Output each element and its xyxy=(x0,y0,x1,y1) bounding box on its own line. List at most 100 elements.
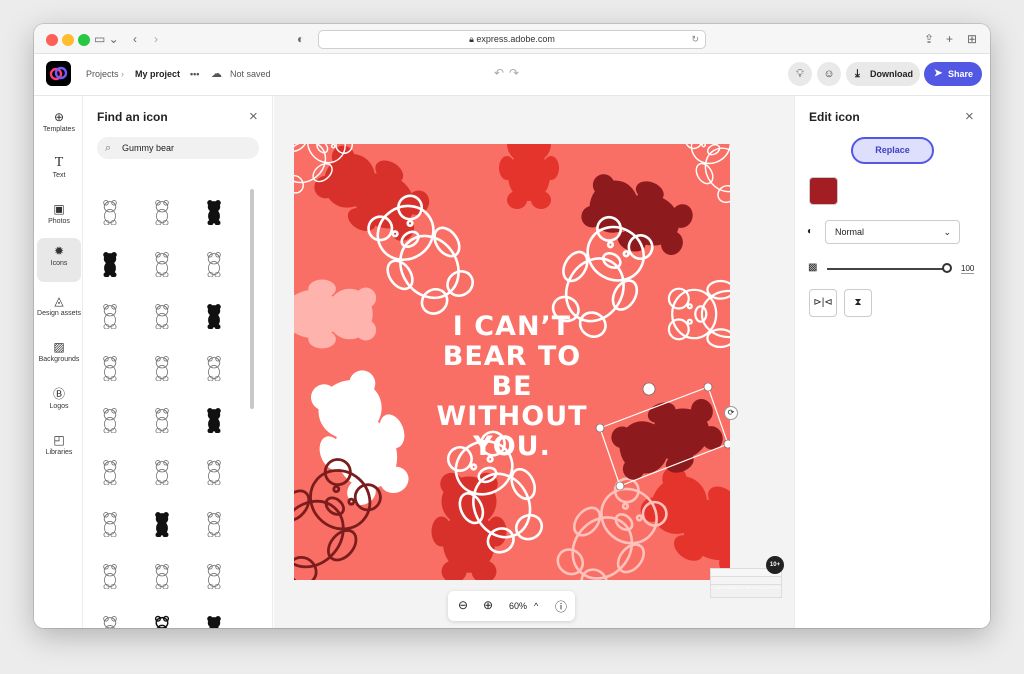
share-button[interactable]: ➤ Share xyxy=(924,62,982,86)
gummy-bear-icon[interactable] xyxy=(199,303,229,333)
flip-vertical-button[interactable]: ⧗ xyxy=(844,289,872,317)
rail-item-photos[interactable]: ▣ Photos xyxy=(37,196,81,240)
rail-label: Photos xyxy=(48,218,70,225)
gummy-bear-icon[interactable] xyxy=(147,303,177,333)
rail-item-design-assets[interactable]: ◬ Design assets xyxy=(37,288,81,332)
gummy-bear-icon[interactable] xyxy=(199,459,229,489)
gummy-bear-icon[interactable] xyxy=(199,407,229,437)
opacity-value[interactable]: 100 xyxy=(961,264,975,274)
rail-label: Icons xyxy=(50,260,68,267)
breadcrumb-projects[interactable]: Projects xyxy=(86,69,119,79)
search-value: Gummy bear xyxy=(122,143,175,153)
gummy-bear-icon[interactable] xyxy=(95,251,125,281)
rail-label: Text xyxy=(52,172,66,179)
close-window-button[interactable] xyxy=(46,34,58,46)
design-assets-icon: ◬ xyxy=(54,294,64,308)
flip-vertical-icon: ⧗ xyxy=(854,297,862,308)
find-icon-panel: Find an icon × ⌕ Gummy bear xyxy=(83,96,273,628)
headline-line: BE WITHOUT xyxy=(436,371,588,432)
cloud-icon: ☁ xyxy=(211,68,222,80)
redo-button[interactable]: ↷ xyxy=(509,66,519,80)
gummy-bear-icon[interactable] xyxy=(95,615,125,628)
flip-horizontal-button[interactable]: ⊳|⊲ xyxy=(809,289,837,317)
gummy-bear-icon[interactable] xyxy=(147,355,177,385)
rail-item-templates[interactable]: ⊕ Templates xyxy=(37,104,81,148)
share-icon[interactable]: ⇪ xyxy=(924,30,934,48)
gummy-bear-icon[interactable] xyxy=(199,251,229,281)
rail-item-text[interactable]: T Text xyxy=(37,150,81,194)
rail-item-libraries[interactable]: ◰ Libraries xyxy=(37,427,81,471)
download-label: Download xyxy=(870,69,913,79)
pages-thumbnail-stack[interactable]: I CAN’T BEAR TO BE WITHOUT YOU. 10+ xyxy=(710,556,784,606)
blend-mode-value: Normal xyxy=(835,227,865,237)
forward-icon[interactable]: › xyxy=(154,30,158,48)
gummy-bear-icon[interactable] xyxy=(95,355,125,385)
project-name[interactable]: My project xyxy=(135,69,180,79)
gummy-bear-icon[interactable] xyxy=(95,563,125,593)
sidebar-toggle-icon[interactable]: ▭ ⌄ xyxy=(94,30,119,48)
gummy-bear-icon[interactable] xyxy=(147,563,177,593)
headline-text[interactable]: I CAN’T BEAR TO BE WITHOUT YOU. xyxy=(412,312,612,462)
artboard[interactable]: I CAN’T BEAR TO BE WITHOUT YOU. xyxy=(294,144,730,580)
gummy-bear-icon[interactable] xyxy=(95,407,125,437)
close-icon[interactable]: × xyxy=(249,108,258,125)
icon-search-input[interactable]: ⌕ Gummy bear xyxy=(97,137,259,159)
zoom-dropdown-caret-icon[interactable]: ^ xyxy=(534,601,538,611)
zoom-in-icon[interactable]: ⊕ xyxy=(483,598,493,612)
gummy-bear-icon[interactable] xyxy=(95,511,125,541)
gummy-bear-icon[interactable] xyxy=(147,459,177,489)
gummy-bear-icon[interactable] xyxy=(199,615,229,628)
back-icon[interactable]: ‹ xyxy=(133,30,137,48)
opacity-slider-track[interactable] xyxy=(827,268,947,270)
close-icon[interactable]: × xyxy=(965,108,974,125)
address-bar[interactable]: 🔒︎ express.adobe.com ↻ xyxy=(318,30,706,49)
rotate-handle-icon[interactable]: ⟳ xyxy=(724,406,738,420)
plus-icon[interactable]: + xyxy=(946,30,953,48)
download-button[interactable]: ⤓ Download xyxy=(846,62,920,86)
gummy-bear-icon[interactable] xyxy=(95,303,125,333)
gummy-bear-icon[interactable] xyxy=(199,563,229,593)
info-icon[interactable]: ⓘ xyxy=(555,598,567,615)
grid-icon[interactable]: ⊞ xyxy=(967,30,977,48)
gummy-bear-icon[interactable] xyxy=(147,407,177,437)
gummy-bear-icon[interactable] xyxy=(147,511,177,541)
invite-user-icon[interactable]: ☺ xyxy=(817,62,841,86)
zoom-out-icon[interactable]: ⊖ xyxy=(458,598,468,612)
rail-label: Logos xyxy=(49,403,69,410)
panel-title: Edit icon xyxy=(809,110,860,124)
zoom-window-button[interactable] xyxy=(78,34,90,46)
gummy-bear-icon[interactable] xyxy=(95,199,125,229)
url-text: express.adobe.com xyxy=(476,34,555,44)
gummy-bear-icon[interactable] xyxy=(199,511,229,541)
replace-button[interactable]: Replace xyxy=(851,137,934,164)
zoom-level[interactable]: 60% xyxy=(509,601,527,611)
minimize-window-button[interactable] xyxy=(62,34,74,46)
gummy-bear-icon[interactable] xyxy=(147,199,177,229)
reload-icon[interactable]: ↻ xyxy=(691,31,699,48)
gummy-bear-icon[interactable] xyxy=(147,615,177,628)
blend-mode-select[interactable]: Normal ⌄ xyxy=(825,220,960,244)
download-icon: ⤓ xyxy=(855,68,860,80)
thumbnail-text: I CAN’T BEAR TO BE WITHOUT YOU. xyxy=(710,584,782,598)
gummy-bear-icon[interactable] xyxy=(199,199,229,229)
privacy-shield-icon[interactable]: ◐ xyxy=(297,30,304,48)
undo-button[interactable]: ↶ xyxy=(494,66,504,80)
photos-icon: ▣ xyxy=(53,202,65,216)
color-swatch[interactable] xyxy=(809,177,838,205)
templates-icon: ⊕ xyxy=(53,110,65,124)
rail-item-backgrounds[interactable]: ▨ Backgrounds xyxy=(37,334,81,378)
gummy-bear-icon[interactable] xyxy=(147,251,177,281)
rail-item-icons[interactable]: ✹ Icons xyxy=(37,238,81,282)
rail-label: Design assets xyxy=(37,310,81,317)
opacity-slider-thumb[interactable] xyxy=(942,263,952,273)
panel-title: Find an icon xyxy=(97,110,168,124)
headline-line: YOU. xyxy=(473,431,551,462)
more-options-button[interactable]: ••• xyxy=(190,69,199,79)
lightbulb-icon[interactable]: 💡︎ xyxy=(788,62,812,86)
adobe-express-logo[interactable] xyxy=(46,61,71,86)
gummy-bear-icon[interactable] xyxy=(95,459,125,489)
gummy-bear-icon[interactable] xyxy=(199,355,229,385)
rail-item-logos[interactable]: Ⓑ Logos xyxy=(37,381,81,425)
panel-scrollbar[interactable] xyxy=(250,189,254,409)
browser-window: ▭ ⌄ ‹ › ◐ 🔒︎ express.adobe.com ↻ ⇪ + ⊞ P… xyxy=(34,24,990,628)
